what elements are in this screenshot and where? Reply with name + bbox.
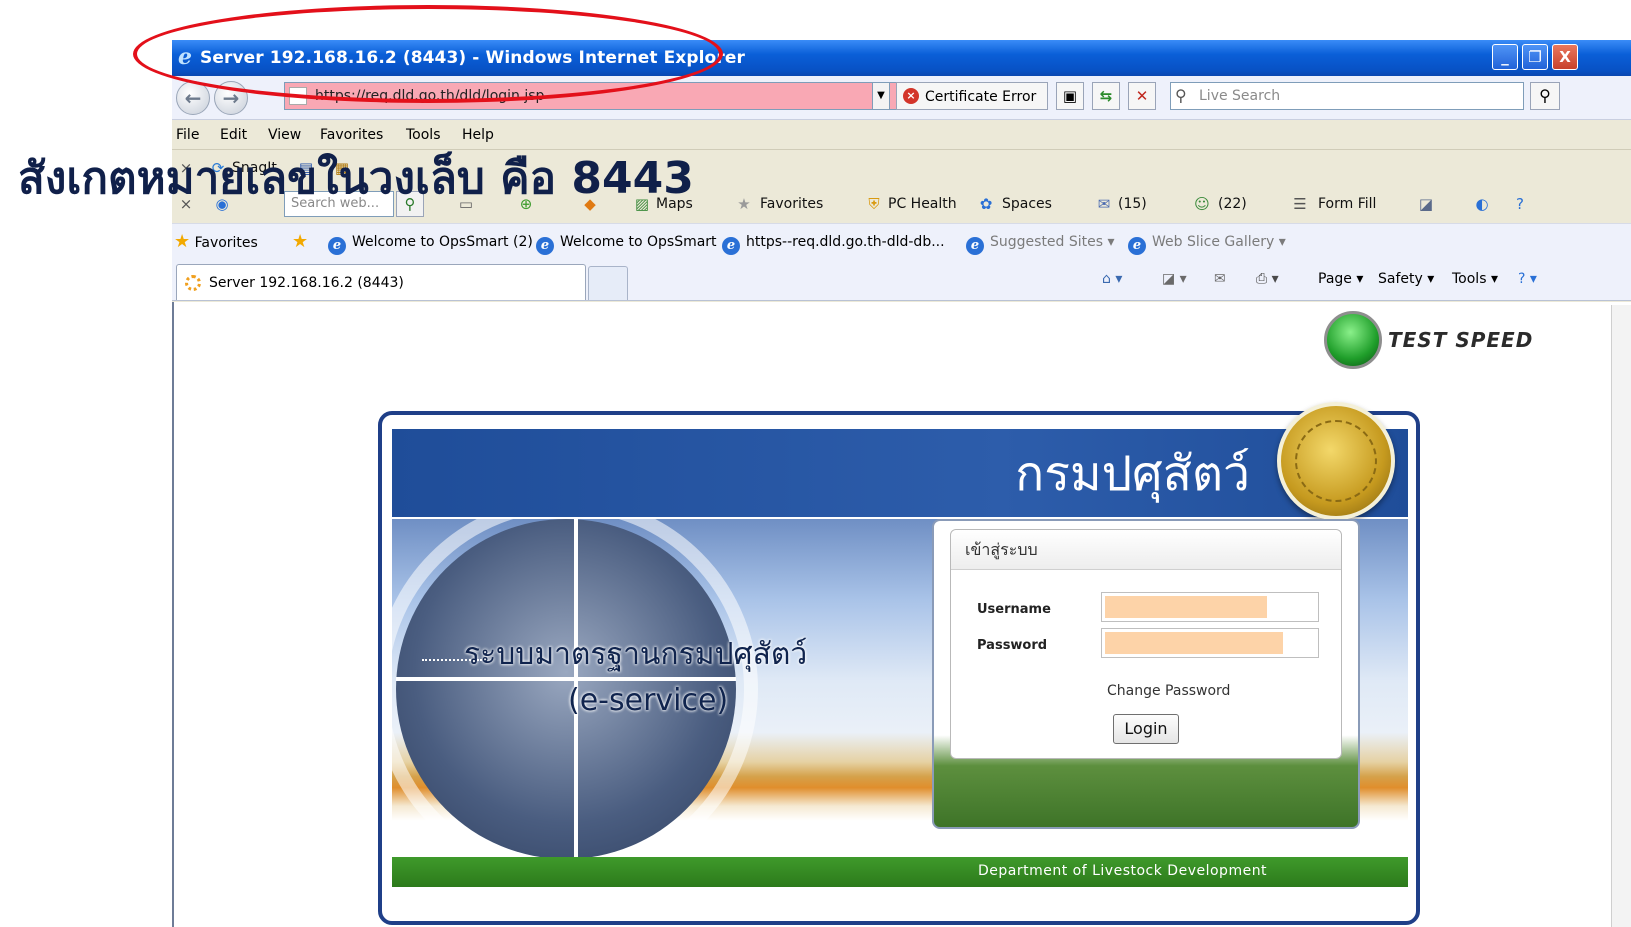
change-password-link[interactable]: Change Password [1107,682,1230,700]
close-button[interactable]: X [1552,44,1578,70]
username-input[interactable] [1102,593,1318,621]
username-field[interactable] [1101,592,1319,622]
system-name: ระบบมาตรฐานกรมปศุสัตว์ [464,637,808,672]
hero-image: ระบบมาตรฐานกรมปศุสัตว์ (e-service) เข้าส… [392,519,1408,887]
highlight-ellipse [133,5,723,103]
certificate-error-button[interactable]: × Certificate Error [896,82,1048,110]
refresh-icon[interactable]: ⇆ [1092,82,1120,110]
ie-page-icon: e [536,237,554,255]
test-speed-link[interactable]: TEST SPEED [1324,309,1564,371]
pc-health-icon: ⛨ [868,195,880,213]
menu-help[interactable]: Help [462,127,494,143]
ie-page-icon: e [722,237,740,255]
home-icon[interactable]: ⌂ ▾ [1102,270,1122,288]
help-menu-icon[interactable]: ? ▾ [1518,270,1537,288]
login-header: เข้าสู่ระบบ [951,530,1341,570]
favorites-button[interactable]: Favorites [760,195,823,213]
search-go-button[interactable]: ⚲ [1530,82,1560,110]
certificate-error-label: Certificate Error [925,89,1037,105]
maximize-button[interactable]: ❐ [1522,44,1548,70]
login-button[interactable]: Login [1113,714,1179,744]
menu-file[interactable]: File [176,127,199,143]
help-icon[interactable]: ? [1510,194,1530,214]
menu-view[interactable]: View [268,127,301,143]
tab-server[interactable]: Server 192.168.16.2 (8443) [176,264,586,300]
settings-icon[interactable]: ◐ [1472,194,1492,214]
password-input[interactable] [1102,629,1318,657]
dld-login-panel: กรมปศุสัตว์ ระบบมาตรฐานกรมปศุสัตว์ (e-se… [378,402,1420,925]
suggested-sites-link[interactable]: e Suggested Sites ▾ [966,233,1115,255]
spaces-button[interactable]: Spaces [1002,195,1052,213]
web-slice-gallery-link[interactable]: e Web Slice Gallery ▾ [1128,233,1286,255]
annotation-caption: สังเกตหมายเลขในวงเล็บ คือ 8443 [18,153,694,204]
live-search-input[interactable]: ⚲ Live Search [1170,82,1524,110]
live-search-placeholder: Live Search [1199,88,1281,104]
ie-page-icon: e [328,237,346,255]
address-dropdown-icon[interactable]: ▼ [872,82,890,110]
login-form: เข้าสู่ระบบ Username Password Change Pas… [950,529,1342,759]
new-tab-button[interactable] [588,266,628,300]
tab-title: Server 192.168.16.2 (8443) [209,275,404,291]
speedometer-icon [1324,311,1382,369]
vertical-scrollbar[interactable] [1611,305,1631,927]
login-box: เข้าสู่ระบบ Username Password Change Pas… [932,519,1360,829]
menu-edit[interactable]: Edit [220,127,247,143]
loading-icon [185,275,201,291]
password-field[interactable] [1101,628,1319,658]
favorites-bar-button[interactable]: ★ Favorites [174,233,258,252]
minimize-button[interactable]: _ [1492,44,1518,70]
safety-menu[interactable]: Safety ▾ [1378,270,1434,288]
ie-page-icon: e [1128,237,1146,255]
ie-page-icon: e [966,237,984,255]
test-speed-label: TEST SPEED [1388,328,1534,352]
search-icon: ⚲ [1175,86,1187,105]
spaces-icon: ✿ [979,195,993,213]
page-menu[interactable]: Page ▾ [1318,270,1363,288]
menu-bar: File Edit View Favorites Tools Help [172,121,1631,149]
print-icon[interactable]: ⎙ ▾ [1256,270,1279,288]
password-label: Password [977,638,1048,653]
favorites-star-icon: ★ [737,195,751,213]
username-label: Username [977,602,1051,617]
mail-icon: ✉ [1097,195,1111,213]
login-heading: เข้าสู่ระบบ [965,540,1038,559]
menu-tools[interactable]: Tools [406,127,441,143]
form-fill-button[interactable]: Form Fill [1318,195,1376,213]
favorite-link-2[interactable]: e Welcome to OpsSmart [536,233,717,255]
tab-bar: Server 192.168.16.2 (8443) ⌂ ▾ ◪ ▾ ✉ ⎙ ▾… [172,261,1631,301]
menu-favorites[interactable]: Favorites [320,127,383,143]
banner: กรมปศุสัตว์ [392,402,1408,520]
favorites-bar: ★ Favorites ★ e Welcome to OpsSmart (2) e… [172,223,1631,261]
banner-title: กรมปศุสัตว์ [1015,446,1250,502]
pc-health-button[interactable]: PC Health [888,195,957,213]
favorite-link-3[interactable]: e https--req.dld.go.th-dld-db... [722,233,945,255]
contacts-icon: ☺ [1194,195,1210,213]
feeds-icon[interactable]: ◪ ▾ [1162,270,1187,288]
dld-seal-logo [1277,402,1395,520]
feeds-icon[interactable]: ◪ [1416,194,1436,214]
form-fill-icon: ☰ [1293,195,1307,213]
favorite-link-1[interactable]: e Welcome to OpsSmart (2) [328,233,533,255]
stop-icon[interactable]: ✕ [1128,82,1156,110]
mail-count[interactable]: (15) [1118,195,1147,213]
footer-text: Department of Livestock Development [978,863,1268,879]
compatibility-view-icon[interactable]: ▣ [1056,82,1084,110]
system-subtitle: (e-service) [568,683,729,718]
contacts-count[interactable]: (22) [1218,195,1247,213]
star-icon: ★ [174,231,191,252]
add-favorites-icon[interactable]: ★ [292,233,308,252]
read-mail-icon[interactable]: ✉ [1214,270,1226,288]
shield-error-icon: × [903,88,919,104]
tools-menu[interactable]: Tools ▾ [1452,270,1498,288]
